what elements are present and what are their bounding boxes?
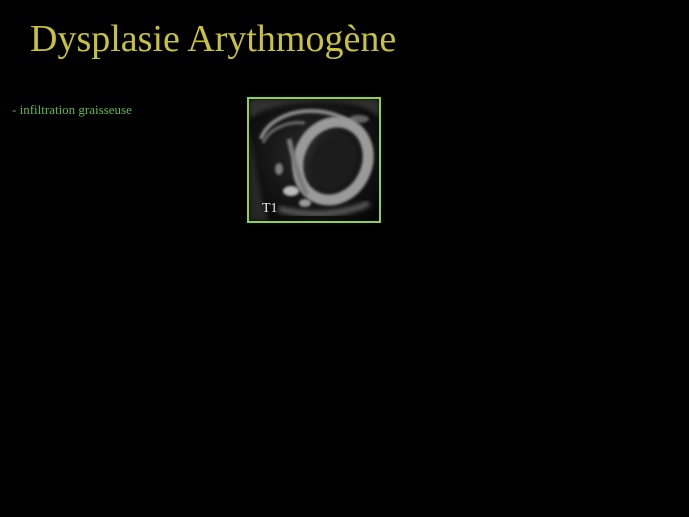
slide: Dysplasie Arythmogène - infiltration gra… — [0, 0, 689, 517]
slide-title: Dysplasie Arythmogène — [30, 18, 397, 60]
bullet-item: - infiltration graisseuse — [12, 102, 132, 117]
mri-sequence-label: T1 — [262, 201, 278, 216]
mri-image-frame: T1 — [247, 97, 381, 223]
